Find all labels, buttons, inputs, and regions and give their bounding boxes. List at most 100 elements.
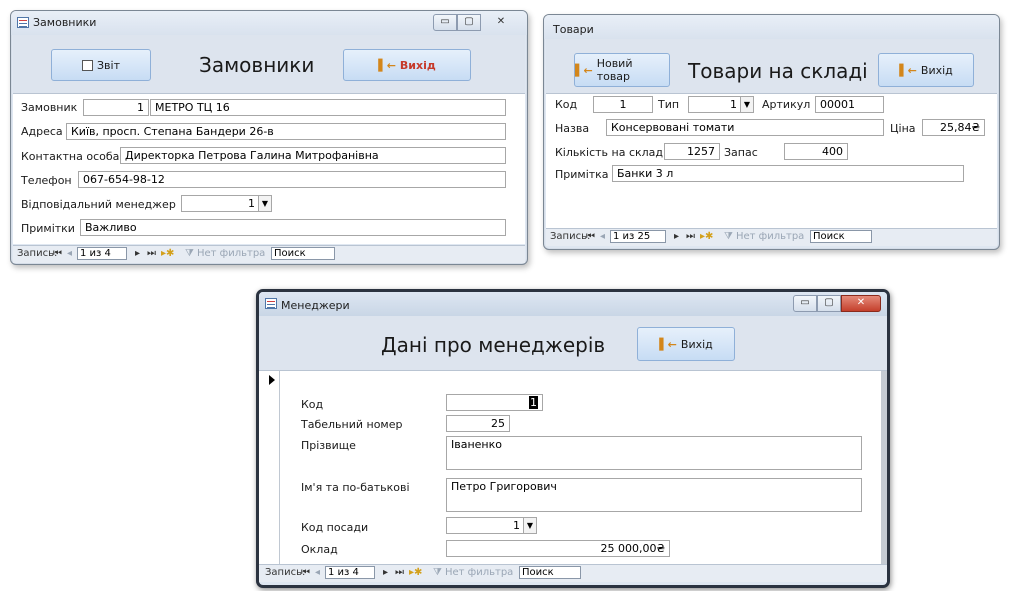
- close-button[interactable]: ✕: [841, 295, 881, 312]
- manager-code-value: 1: [529, 396, 538, 409]
- new-record-icon[interactable]: ▸✱: [409, 567, 422, 578]
- filter-status[interactable]: Нет фильтра: [197, 248, 265, 259]
- name-field[interactable]: Консервовані томати: [606, 119, 884, 136]
- exit-door-icon: ▌←: [659, 337, 677, 351]
- goods-exit-button[interactable]: ▌← Вихід: [878, 53, 974, 87]
- first-record-icon[interactable]: ⏮: [586, 231, 595, 242]
- qty-field[interactable]: 1257: [664, 143, 720, 160]
- report-button[interactable]: Звіт: [51, 49, 151, 81]
- minimize-button[interactable]: ▭: [793, 295, 817, 312]
- customers-window: Замовники ▭ ▢ ✕ Звіт Замовники ▌← Вихід …: [10, 10, 528, 265]
- dropdown-arrow-icon[interactable]: ▼: [523, 518, 536, 533]
- customers-form-header: Звіт Замовники ▌← Вихід: [13, 35, 525, 94]
- filter-status[interactable]: Нет фильтра: [445, 567, 513, 578]
- first-record-icon[interactable]: ⏮: [53, 248, 62, 259]
- qty-label: Кількість на складі: [555, 146, 667, 159]
- filter-icon[interactable]: ⧩: [185, 248, 194, 259]
- customers-detail: Замовник 1 МЕТРО ТЦ 16 Адреса Київ, прос…: [13, 94, 525, 244]
- new-record-icon[interactable]: ▸✱: [700, 231, 713, 242]
- last-record-icon[interactable]: ⏭: [395, 567, 404, 578]
- next-record-icon[interactable]: ▸: [135, 248, 140, 259]
- goods-titlebar[interactable]: Товари: [544, 15, 999, 39]
- surname-field[interactable]: Іваненко: [446, 436, 862, 470]
- manager-combo[interactable]: 1 ▼: [181, 195, 272, 212]
- article-label: Артикул: [762, 98, 811, 111]
- address-field[interactable]: Київ, просп. Степана Бандери 26-в: [66, 123, 506, 140]
- article-field[interactable]: 00001: [815, 96, 884, 113]
- exit-button[interactable]: ▌← Вихід: [343, 49, 471, 81]
- contact-field[interactable]: Директорка Петрова Галина Митрофанівна: [120, 147, 506, 164]
- close-button[interactable]: ✕: [481, 14, 521, 31]
- new-goods-button[interactable]: ▌← Новий товар: [574, 53, 670, 87]
- managers-titlebar[interactable]: Менеджери ▭ ▢ ✕: [259, 292, 887, 316]
- minimize-button[interactable]: ▭: [433, 14, 457, 31]
- tab-number-field[interactable]: 25: [446, 415, 510, 432]
- managers-form-title: Дані про менеджерів: [381, 333, 606, 357]
- manager-value: 1: [248, 197, 255, 210]
- stock-field[interactable]: 400: [784, 143, 848, 160]
- name-label: Назва: [555, 122, 590, 135]
- customer-id-field[interactable]: 1: [83, 99, 149, 116]
- note-field[interactable]: Банки 3 л: [612, 165, 964, 182]
- prev-record-icon[interactable]: ◂: [600, 231, 605, 242]
- managers-exit-button-label: Вихід: [680, 337, 713, 351]
- type-combo[interactable]: 1 ▼: [688, 96, 754, 113]
- new-goods-button-label: Новий товар: [596, 57, 633, 83]
- manager-label: Відповідальний менеджер: [21, 198, 176, 211]
- current-record-field[interactable]: 1 из 25: [610, 230, 666, 243]
- position-code-label: Код посади: [301, 521, 369, 534]
- note-label: Примітка: [555, 168, 609, 181]
- managers-window: Менеджери ▭ ▢ ✕ Дані про менеджерів ▌← В…: [256, 289, 890, 588]
- new-record-icon[interactable]: ▸✱: [161, 248, 174, 259]
- goods-form-header: ▌← Новий товар Товари на складі ▌← Вихід: [546, 39, 997, 94]
- type-label: Тип: [658, 98, 680, 111]
- address-label: Адреса: [21, 125, 63, 138]
- managers-exit-button[interactable]: ▌← Вихід: [637, 327, 735, 361]
- maximize-button[interactable]: ▢: [457, 14, 481, 31]
- form-icon: [265, 298, 277, 309]
- dropdown-arrow-icon[interactable]: ▼: [258, 196, 271, 211]
- dropdown-arrow-icon[interactable]: ▼: [740, 97, 753, 112]
- tab-number-label: Табельний номер: [301, 418, 403, 431]
- maximize-button[interactable]: ▢: [817, 295, 841, 312]
- customers-titlebar[interactable]: Замовники ▭ ▢ ✕: [11, 11, 527, 35]
- vertical-scrollbar[interactable]: [881, 371, 887, 564]
- first-patronymic-field[interactable]: Петро Григорович: [446, 478, 862, 512]
- phone-field[interactable]: 067-654-98-12: [78, 171, 506, 188]
- next-record-icon[interactable]: ▸: [674, 231, 679, 242]
- position-code-combo[interactable]: 1 ▼: [446, 517, 537, 534]
- first-record-icon[interactable]: ⏮: [301, 567, 310, 578]
- price-field[interactable]: 25,84₴: [922, 119, 985, 136]
- salary-field[interactable]: 25 000,00₴: [446, 540, 670, 557]
- report-button-label: Звіт: [97, 58, 120, 72]
- exit-button-label: Вихід: [399, 58, 436, 72]
- customer-label: Замовник: [21, 101, 78, 114]
- notes-field[interactable]: Важливо: [80, 219, 506, 236]
- notes-label: Примітки: [21, 222, 75, 235]
- search-box[interactable]: Поиск: [519, 566, 581, 579]
- manager-code-field[interactable]: 1: [446, 394, 543, 411]
- exit-door-icon: ▌←: [899, 63, 917, 77]
- current-record-field[interactable]: 1 из 4: [325, 566, 375, 579]
- code-value: 1: [619, 98, 627, 111]
- search-box[interactable]: Поиск: [271, 247, 335, 260]
- current-record-field[interactable]: 1 из 4: [77, 247, 127, 260]
- last-record-icon[interactable]: ⏭: [147, 248, 156, 259]
- search-box[interactable]: Поиск: [810, 230, 872, 243]
- last-record-icon[interactable]: ⏭: [686, 231, 695, 242]
- filter-status[interactable]: Нет фильтра: [736, 231, 804, 242]
- customers-record-navigator: Запись: ⏮ ◂ 1 из 4 ▸ ⏭ ▸✱ ⧩ Нет фильтра …: [13, 245, 525, 263]
- next-record-icon[interactable]: ▸: [383, 567, 388, 578]
- goods-window: Товари ▌← Новий товар Товари на складі ▌…: [543, 14, 1000, 250]
- record-selector[interactable]: [265, 371, 280, 564]
- prev-record-icon[interactable]: ◂: [67, 248, 72, 259]
- goods-window-title: Товари: [553, 23, 594, 36]
- stock-label: Запас: [724, 146, 758, 159]
- filter-icon[interactable]: ⧩: [724, 231, 733, 242]
- prev-record-icon[interactable]: ◂: [315, 567, 320, 578]
- managers-detail: Код 1 Табельний номер 25 Прізвище Іванен…: [259, 371, 887, 564]
- surname-label: Прізвище: [301, 439, 356, 452]
- code-field[interactable]: 1: [593, 96, 653, 113]
- customer-name-field[interactable]: МЕТРО ТЦ 16: [150, 99, 506, 116]
- filter-icon[interactable]: ⧩: [433, 567, 442, 578]
